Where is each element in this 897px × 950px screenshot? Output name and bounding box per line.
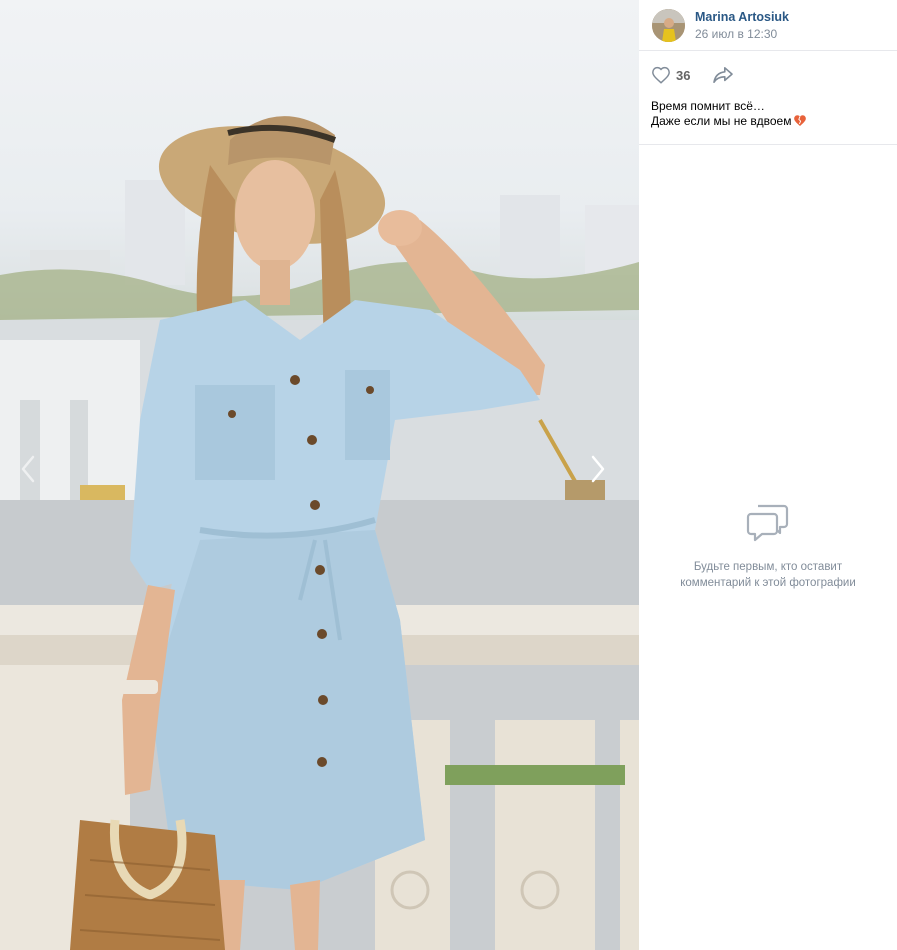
avatar-image: [652, 8, 685, 42]
chevron-left-icon: [21, 455, 35, 483]
author-block: Marina Artosiuk 26 июл в 12:30: [695, 9, 789, 42]
chevron-right-icon: [591, 455, 605, 483]
likes-count: 36: [676, 67, 691, 83]
photo-image: [0, 116, 639, 950]
like-button[interactable]: 36: [651, 66, 690, 84]
comments-icon: [746, 504, 789, 542]
caption-line-2: Даже если мы не вдвоем: [651, 114, 885, 131]
post-caption: Время помнит всё… Даже если мы не вдвоем: [639, 99, 897, 145]
caption-line-2-text: Даже если мы не вдвоем: [651, 114, 792, 128]
photo-viewer[interactable]: [0, 0, 639, 950]
author-name-link[interactable]: Marina Artosiuk: [695, 9, 789, 25]
post-side-panel: Marina Artosiuk 26 июл в 12:30 36 Время …: [639, 0, 897, 950]
post-header: Marina Artosiuk 26 июл в 12:30: [639, 0, 897, 51]
post-actions: 36: [639, 51, 897, 99]
previous-photo-button[interactable]: [20, 455, 50, 495]
broken-heart-icon: [793, 114, 807, 131]
empty-comments-line-2: комментарий к этой фотографии: [680, 577, 856, 589]
caption-line-1: Время помнит всё…: [651, 99, 765, 113]
share-button[interactable]: [712, 66, 734, 84]
post-date[interactable]: 26 июл в 12:30: [695, 26, 789, 42]
share-icon: [713, 66, 734, 84]
empty-comments-text: Будьте первым, кто оставит комментарий к…: [639, 559, 897, 591]
next-photo-button[interactable]: [590, 455, 620, 495]
empty-comments: Будьте первым, кто оставит комментарий к…: [639, 502, 897, 591]
avatar[interactable]: [652, 8, 685, 42]
empty-comments-line-1: Будьте первым, кто оставит: [693, 561, 843, 573]
heart-icon: [652, 66, 670, 84]
